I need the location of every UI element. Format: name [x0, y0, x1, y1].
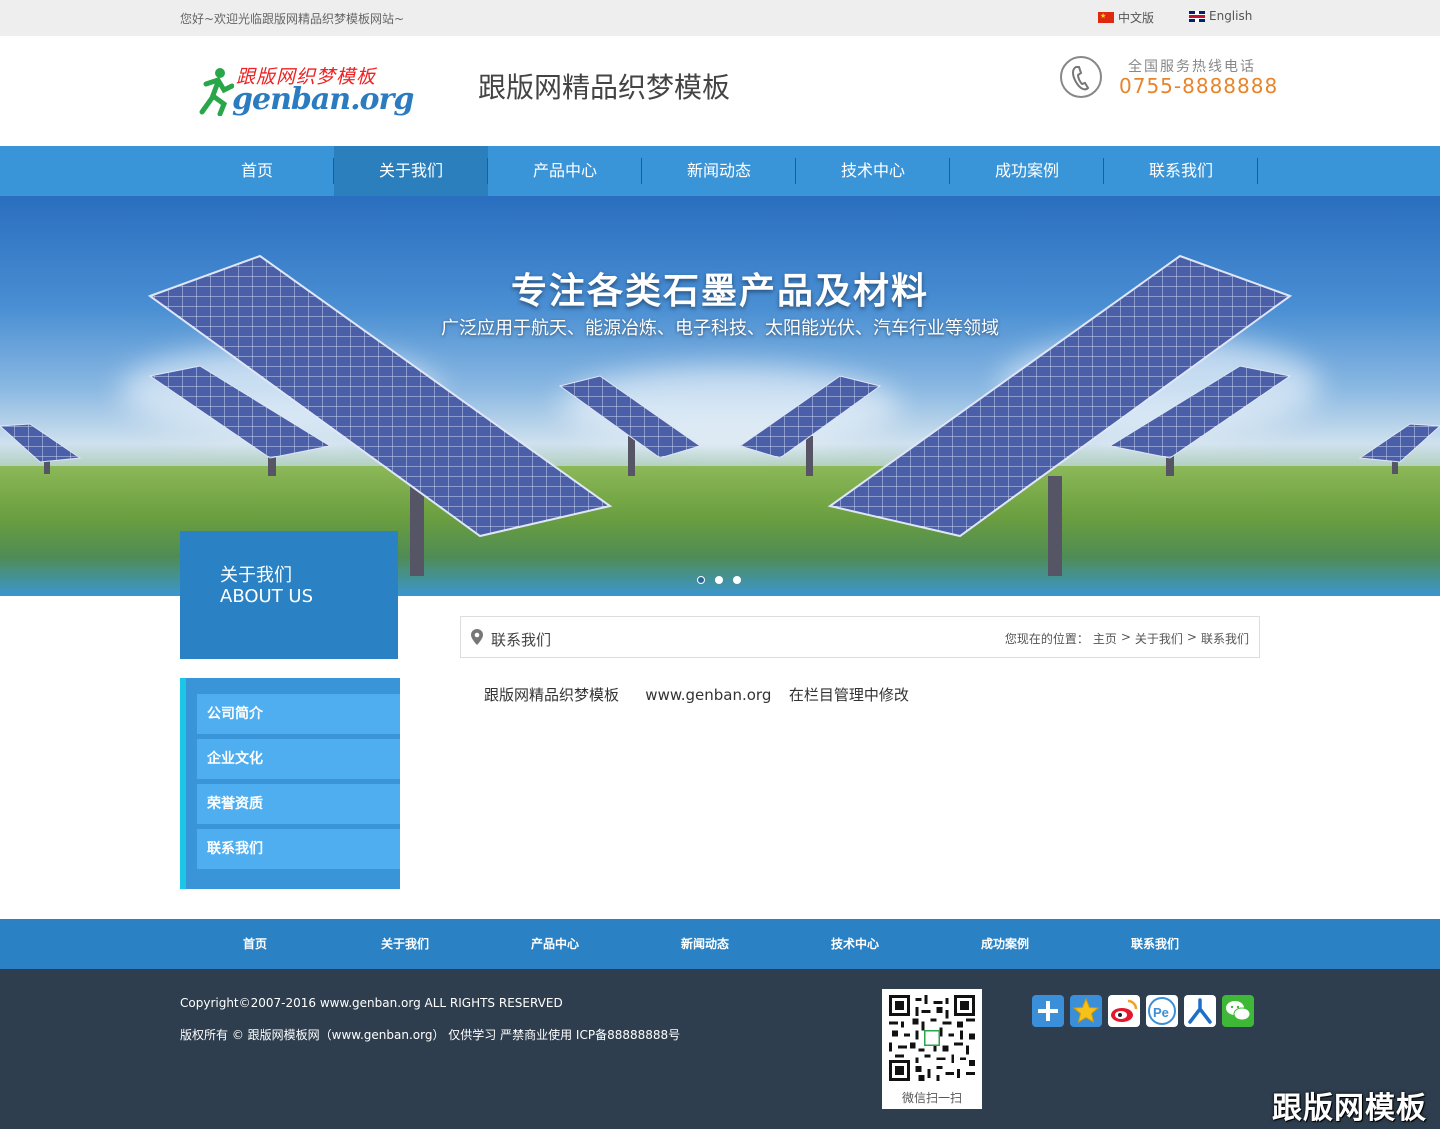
footer-nav-news[interactable]: 新闻动态 — [630, 919, 780, 969]
nav-item-home[interactable]: 首页 — [180, 146, 334, 196]
sidebar-menu: 公司简介 企业文化 荣誉资质 联系我们 — [180, 678, 400, 889]
sidebar-item-company-intro[interactable]: 公司简介 — [197, 694, 400, 734]
slider-dot-2[interactable] — [715, 576, 723, 584]
slider-dot-1[interactable] — [697, 576, 705, 584]
top-bar: 您好~欢迎光临跟版网精品织梦模板网站~ 中文版 English — [0, 0, 1440, 36]
share-icons: Pe — [1032, 995, 1254, 1027]
sidebar-item-honors[interactable]: 荣誉资质 — [197, 784, 400, 824]
location-pin-icon — [471, 629, 483, 645]
nav-item-products[interactable]: 产品中心 — [488, 146, 642, 196]
footer-nav-contact[interactable]: 联系我们 — [1080, 919, 1230, 969]
sidebar-item-contact[interactable]: 联系我们 — [197, 829, 400, 869]
nav-item-label: 联系我们 — [1148, 161, 1213, 180]
qzone-star-icon[interactable] — [1070, 995, 1102, 1027]
wechat-qr-card: 微信扫一扫 — [882, 989, 982, 1109]
hotline-label: 全国服务热线电话 — [1128, 59, 1256, 75]
breadcrumb-separator: > — [1186, 630, 1197, 644]
slider-dot-3[interactable] — [733, 576, 741, 584]
tencent-weibo-icon[interactable]: Pe — [1146, 995, 1178, 1027]
site-logo[interactable]: 跟版网织梦模板 genban.org — [196, 60, 414, 124]
sidebar-title-cn: 关于我们 — [220, 565, 292, 586]
wechat-icon[interactable] — [1222, 995, 1254, 1027]
banner-subtitle: 广泛应用于航天、能源冶炼、电子科技、太阳能光伏、汽车行业等领域 — [441, 318, 999, 339]
content-title-bar: 联系我们 您现在的位置： 主页 > 关于我们 > 联系我们 — [460, 616, 1260, 658]
section-title: 联系我们 — [491, 631, 552, 649]
site-name: 跟版网精品织梦模板 — [478, 71, 731, 104]
nav-item-label: 首页 — [240, 161, 273, 180]
welcome-text: 您好~欢迎光临跟版网精品织梦模板网站~ — [180, 12, 405, 26]
slider-dots — [697, 576, 741, 584]
footer-nav-cases[interactable]: 成功案例 — [930, 919, 1080, 969]
lang-chinese-link[interactable]: 中文版 — [1098, 9, 1154, 26]
renren-icon[interactable] — [1184, 995, 1216, 1027]
nav-item-label: 产品中心 — [532, 161, 597, 180]
footer-nav-about[interactable]: 关于我们 — [330, 919, 480, 969]
footer-nav-products[interactable]: 产品中心 — [480, 919, 630, 969]
breadcrumb-label: 您现在的位置： — [1004, 632, 1089, 646]
plus-share-icon[interactable] — [1032, 995, 1064, 1027]
uk-flag-icon — [1189, 10, 1205, 22]
breadcrumb-link-contact[interactable]: 联系我们 — [1201, 630, 1249, 647]
breadcrumb: 您现在的位置： 主页 > 关于我们 > 联系我们 — [1005, 630, 1249, 647]
qr-code-icon — [889, 995, 975, 1081]
nav-item-contact[interactable]: 联系我们 — [1104, 146, 1258, 196]
hotline-number: 0755-8888888 — [1119, 74, 1279, 98]
sidebar-header: 关于我们 ABOUT US — [180, 531, 398, 659]
rights-text: 版权所有 © 跟版网模板网（www.genban.org） 仅供学习 严禁商业使… — [180, 1028, 681, 1042]
footer-nav: 首页 关于我们 产品中心 新闻动态 技术中心 成功案例 联系我们 — [0, 919, 1440, 969]
footer-nav-tech[interactable]: 技术中心 — [780, 919, 930, 969]
content-body: 跟版网精品织梦模板 www.genban.org 在栏目管理中修改 — [484, 686, 909, 704]
breadcrumb-link-home[interactable]: 主页 — [1093, 630, 1117, 647]
lang-chinese-label: 中文版 — [1118, 11, 1155, 25]
banner-title: 专注各类石墨产品及材料 — [510, 271, 929, 312]
nav-divider — [1257, 158, 1258, 184]
nav-item-label: 关于我们 — [378, 161, 443, 180]
lang-english-link[interactable]: English — [1189, 9, 1252, 23]
main-nav: 首页 关于我们 产品中心 新闻动态 技术中心 成功案例 联系我们 — [0, 146, 1440, 196]
runner-logo-icon — [199, 68, 234, 116]
sidebar-title-en: ABOUT US — [220, 586, 314, 607]
footer-nav-home[interactable]: 首页 — [180, 919, 330, 969]
weibo-icon[interactable] — [1108, 995, 1140, 1027]
nav-item-label: 技术中心 — [840, 161, 905, 180]
phone-icon — [1060, 56, 1102, 98]
china-flag-icon — [1098, 12, 1114, 23]
lang-english-label: English — [1209, 9, 1253, 23]
breadcrumb-link-about[interactable]: 关于我们 — [1135, 630, 1183, 647]
copyright-text: Copyright©2007-2016 www.genban.org ALL R… — [180, 996, 563, 1010]
breadcrumb-separator: > — [1120, 630, 1131, 644]
logo-english-text: genban.org — [232, 82, 414, 117]
site-footer: Copyright©2007-2016 www.genban.org ALL R… — [0, 969, 1440, 1129]
nav-item-label: 新闻动态 — [686, 161, 751, 180]
svg-text:Pe: Pe — [1153, 1005, 1169, 1020]
nav-item-tech[interactable]: 技术中心 — [796, 146, 950, 196]
nav-item-about[interactable]: 关于我们 — [334, 146, 488, 196]
sidebar-item-culture[interactable]: 企业文化 — [197, 739, 400, 779]
watermark-text: 跟版网模板 — [1272, 1091, 1427, 1126]
nav-item-label: 成功案例 — [994, 161, 1059, 180]
site-header: 跟版网织梦模板 genban.org 跟版网精品织梦模板 全国服务热线电话 07… — [0, 36, 1440, 146]
nav-item-cases[interactable]: 成功案例 — [950, 146, 1104, 196]
qr-label: 微信扫一扫 — [901, 1091, 962, 1105]
nav-item-news[interactable]: 新闻动态 — [642, 146, 796, 196]
